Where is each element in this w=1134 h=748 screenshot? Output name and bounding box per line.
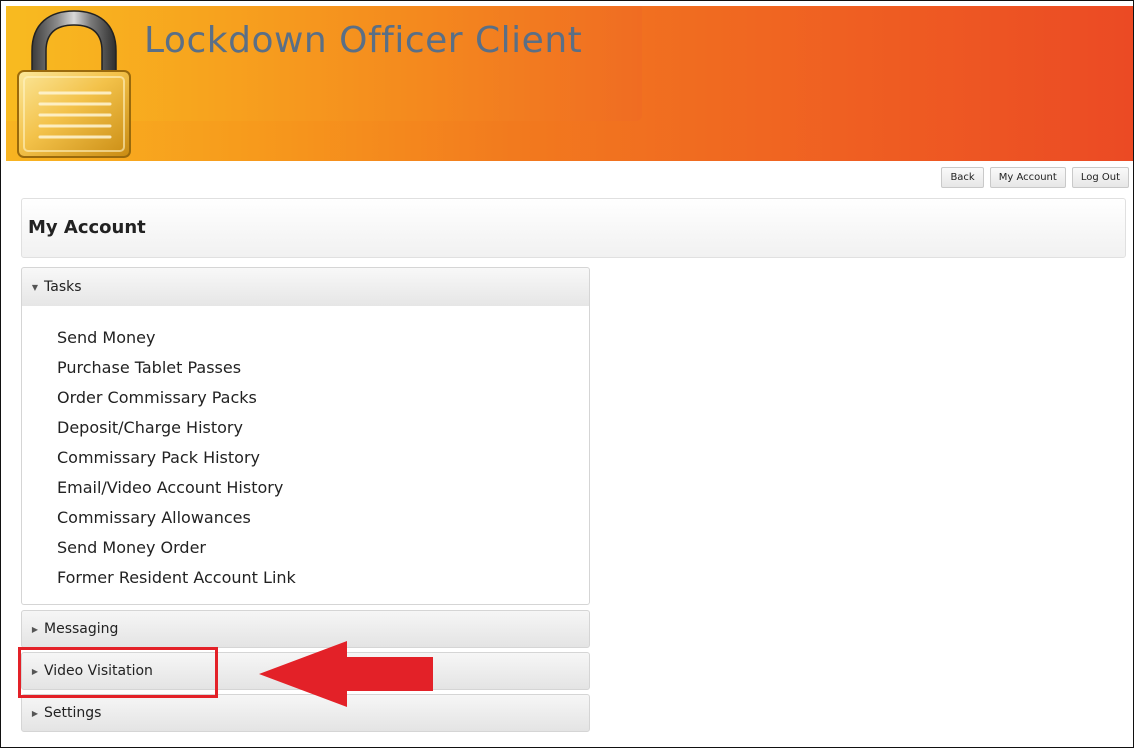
caret-down-icon: ▼ <box>31 282 39 292</box>
caret-right-icon: ▶ <box>31 708 39 718</box>
accordion-label-settings: Settings <box>44 705 102 721</box>
accordion-label-messaging: Messaging <box>44 621 119 637</box>
page-title-bar: My Account <box>21 198 1126 258</box>
task-link-deposit-charge-history[interactable]: Deposit/Charge History <box>57 413 296 443</box>
accordion-header-messaging[interactable]: ▶ Messaging <box>21 610 590 648</box>
accordion-header-settings[interactable]: ▶ Settings <box>21 694 590 732</box>
my-account-button[interactable]: My Account <box>989 167 1066 188</box>
accordion-label-tasks: Tasks <box>44 279 82 295</box>
task-link-former-resident-account-link[interactable]: Former Resident Account Link <box>57 563 296 593</box>
top-nav: Back My Account Log Out <box>941 167 1129 188</box>
header-banner: Lockdown Officer Client <box>6 6 1133 161</box>
page-title: My Account <box>28 217 146 238</box>
accordion-header-video-visitation[interactable]: ▶ Video Visitation <box>21 652 590 690</box>
padlock-icon <box>17 10 131 158</box>
caret-right-icon: ▶ <box>31 624 39 634</box>
app-title: Lockdown Officer Client <box>144 20 583 61</box>
caret-right-icon: ▶ <box>31 666 39 676</box>
task-link-commissary-allowances[interactable]: Commissary Allowances <box>57 503 296 533</box>
accordion-panel-tasks: Send Money Purchase Tablet Passes Order … <box>21 306 590 605</box>
task-link-purchase-tablet-passes[interactable]: Purchase Tablet Passes <box>57 353 296 383</box>
accordion-header-tasks[interactable]: ▼ Tasks <box>21 267 590 307</box>
task-list: Send Money Purchase Tablet Passes Order … <box>57 323 296 593</box>
app-window: Lockdown Officer Client Back My Account … <box>0 0 1134 748</box>
task-link-commissary-pack-history[interactable]: Commissary Pack History <box>57 443 296 473</box>
logout-button[interactable]: Log Out <box>1071 167 1129 188</box>
task-link-order-commissary-packs[interactable]: Order Commissary Packs <box>57 383 296 413</box>
task-link-send-money[interactable]: Send Money <box>57 323 296 353</box>
back-button[interactable]: Back <box>941 167 984 188</box>
accordion-label-video-visitation: Video Visitation <box>44 663 153 679</box>
task-link-email-video-account-history[interactable]: Email/Video Account History <box>57 473 296 503</box>
task-link-send-money-order[interactable]: Send Money Order <box>57 533 296 563</box>
